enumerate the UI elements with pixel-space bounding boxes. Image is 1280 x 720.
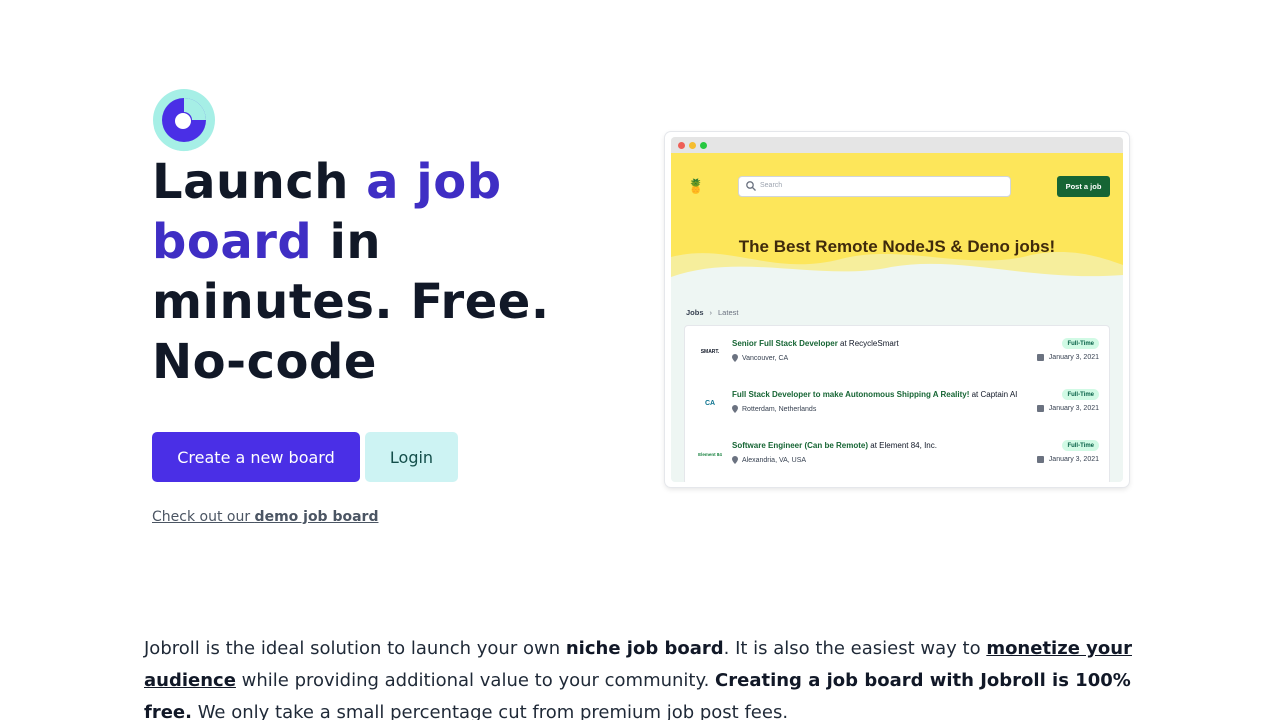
preview-search-input: Search — [738, 176, 1011, 197]
hero-headline: Launch a job board in minutes. Free. No-… — [152, 152, 592, 392]
job-title: Software Engineer (Can be Remote) at Ele… — [732, 441, 937, 450]
breadcrumb-latest: Latest — [718, 308, 739, 317]
list-item: Element 84 Software Engineer (Can be Rem… — [685, 428, 1111, 479]
demo-link-bold: demo job board — [254, 509, 379, 525]
about-text-2: . It is also the easiest way to — [723, 638, 987, 659]
company-logo: CA — [704, 399, 716, 407]
job-location: Alexandria, VA, USA — [732, 456, 806, 464]
location-pin-icon — [732, 456, 738, 464]
preview-post-job-button: Post a job — [1057, 176, 1110, 197]
create-board-button[interactable]: Create a new board — [152, 432, 360, 482]
job-location: Vancouver, CA — [732, 354, 788, 362]
pineapple-icon: 🍍 — [687, 179, 705, 195]
close-dot-icon — [678, 142, 685, 149]
location-text: Alexandria, VA, USA — [742, 456, 807, 464]
calendar-icon — [1036, 456, 1044, 463]
job-role: Full Stack Developer to make Autonomous … — [732, 390, 970, 399]
job-date: January 3, 2021 — [1036, 405, 1099, 412]
location-text: Vancouver, CA — [742, 354, 789, 362]
date-text: January 3, 2021 — [1048, 405, 1099, 412]
login-button[interactable]: Login — [365, 432, 458, 482]
job-location: Rotterdam, Netherlands — [732, 405, 816, 413]
list-item: CA Full Stack Developer to make Autonomo… — [685, 377, 1111, 428]
date-text: January 3, 2021 — [1048, 354, 1099, 361]
search-icon — [746, 181, 756, 191]
company-logo: Element 84 — [698, 451, 722, 457]
job-company: at RecycleSmart — [837, 339, 899, 348]
job-role: Senior Full Stack Developer — [732, 339, 838, 348]
company-logo: SMART. — [700, 349, 720, 355]
minimize-dot-icon — [689, 142, 696, 149]
job-title: Full Stack Developer to make Autonomous … — [732, 390, 1017, 399]
maximize-dot-icon — [700, 142, 707, 149]
preview-wave — [671, 252, 1123, 292]
location-pin-icon — [732, 405, 738, 413]
calendar-icon — [1036, 405, 1044, 412]
job-date: January 3, 2021 — [1036, 456, 1099, 463]
job-board-preview: 🍍 Search Post a job The Best Remote Node… — [665, 132, 1129, 487]
demo-link-prefix: Check out our — [152, 509, 255, 525]
preview-titlebar — [671, 137, 1123, 153]
calendar-icon — [1036, 354, 1044, 361]
about-paragraph: Jobroll is the ideal solution to launch … — [144, 633, 1144, 720]
about-text-1: Jobroll is the ideal solution to launch … — [144, 638, 566, 659]
headline-part-1: Launch — [152, 154, 367, 210]
chevron-right-icon: › — [709, 308, 713, 317]
job-title: Senior Full Stack Developer at RecycleSm… — [732, 339, 899, 348]
location-pin-icon — [732, 354, 738, 362]
location-text: Rotterdam, Netherlands — [742, 405, 817, 413]
demo-board-link[interactable]: Check out our demo job board — [152, 509, 378, 525]
about-text-4: We only take a small percentage cut from… — [191, 702, 789, 720]
jobroll-logo-icon — [153, 89, 215, 152]
job-company: at Captain AI — [969, 390, 1018, 399]
breadcrumb-jobs: Jobs — [686, 308, 704, 317]
job-company: at Element 84, Inc. — [868, 441, 937, 450]
preview-breadcrumb: Jobs › Latest — [686, 308, 738, 317]
about-bold-niche: niche job board — [565, 638, 724, 659]
date-text: January 3, 2021 — [1048, 456, 1099, 463]
preview-window: 🍍 Search Post a job The Best Remote Node… — [671, 137, 1123, 482]
about-text-3: while providing additional value to your… — [235, 670, 716, 691]
job-type-badge: Full-Time — [1062, 389, 1099, 400]
job-type-badge: Full-Time — [1062, 440, 1099, 451]
job-type-badge: Full-Time — [1062, 338, 1099, 349]
list-item: SMART. Senior Full Stack Developer at Re… — [685, 326, 1111, 377]
preview-job-list: SMART. Senior Full Stack Developer at Re… — [684, 325, 1110, 482]
job-date: January 3, 2021 — [1036, 354, 1099, 361]
job-role: Software Engineer (Can be Remote) — [732, 441, 869, 450]
search-placeholder: Search — [760, 182, 783, 189]
